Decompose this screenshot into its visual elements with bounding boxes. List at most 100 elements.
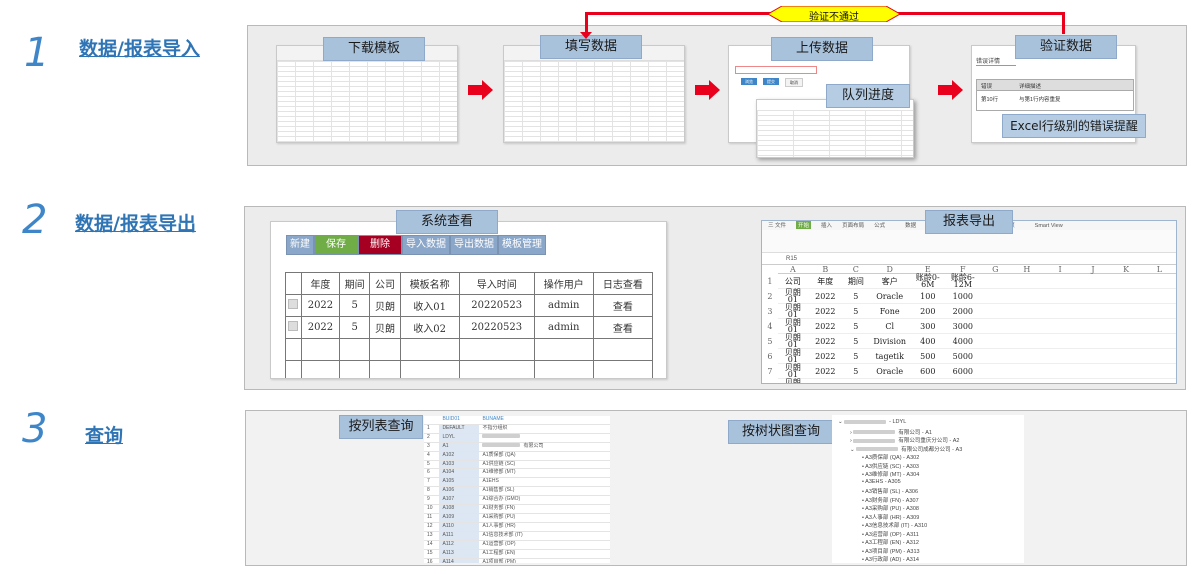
excel-cell[interactable]: 2022 [807, 318, 843, 334]
checkbox-icon[interactable] [288, 299, 299, 309]
excel-cell[interactable]: 5000 [945, 348, 981, 364]
table-cell[interactable]: 查看 [592, 294, 654, 317]
tree-node[interactable]: • A3运营部 (OP) - A311 [862, 530, 919, 538]
excel-cell[interactable] [1043, 333, 1077, 349]
excel-cell[interactable]: 400 [910, 333, 946, 349]
tree-node[interactable]: • A3维修部 (MT) - A304 [862, 470, 919, 478]
excel-cell[interactable]: 7000 [945, 378, 981, 383]
excel-cell[interactable] [980, 363, 1011, 379]
excel-cell[interactable] [1043, 273, 1077, 289]
list-item[interactable]: 3 A1 有限公司 [424, 442, 610, 452]
tree-node[interactable]: • A3采购部 (PU) - A308 [862, 504, 919, 512]
excel-cell[interactable] [1142, 288, 1176, 304]
list-item[interactable]: 9 A107 A1综合办 (GMO) [424, 495, 610, 506]
excel-cell[interactable]: 1000 [945, 288, 981, 304]
list-item[interactable]: 10 A108 A1财务部 (FN) [424, 504, 610, 514]
tree-node[interactable]: • A3信息技术部 (IT) - A310 [862, 521, 927, 529]
excel-cell[interactable]: 4000 [945, 333, 981, 349]
excel-cell[interactable]: 2022 [807, 348, 843, 364]
excel-cell[interactable] [1142, 363, 1176, 379]
excel-menu-item[interactable]: 开始 [796, 221, 812, 229]
excel-cell[interactable] [1076, 333, 1110, 349]
table-row[interactable]: 2022 5 贝朗 收入01 20220523 admin 查看 [285, 294, 654, 317]
excel-cell[interactable]: 贝朗01 [777, 333, 808, 349]
checkbox-icon[interactable] [288, 321, 299, 331]
toolbar-button-5[interactable]: 模板管理 [498, 235, 546, 255]
excel-cell[interactable]: 2000 [945, 303, 981, 319]
excel-cell[interactable]: 500 [910, 348, 946, 364]
tree-node[interactable]: • A3财务部 (FN) - A307 [862, 496, 919, 504]
excel-cell[interactable] [1043, 363, 1077, 379]
excel-cell[interactable] [1076, 303, 1110, 319]
excel-cell[interactable]: 200 [910, 303, 946, 319]
excel-cell[interactable]: 期间 [842, 273, 869, 289]
toolbar-button-4[interactable]: 导出数据 [450, 235, 498, 255]
tree-node[interactable]: • A3项目部 (PM) - A313 [862, 547, 920, 555]
excel-cell[interactable]: 贝朗01 [777, 288, 808, 304]
excel-cell[interactable] [980, 273, 1011, 289]
excel-cell[interactable]: 3000 [945, 318, 981, 334]
excel-cell[interactable] [1109, 288, 1143, 304]
list-item[interactable]: 14 A112 A1运营部 (OP) [424, 540, 610, 550]
tree-node[interactable]: › 有限公司 - A1 [850, 428, 932, 436]
excel-cell[interactable]: 5 [842, 363, 869, 379]
list-item[interactable]: 12 A110 A1人事部 (HR) [424, 522, 610, 532]
toolbar-button-3[interactable]: 导入数据 [402, 235, 450, 255]
excel-cell[interactable]: 5 [842, 288, 869, 304]
list-item[interactable]: 8 A106 A1销售部 (SL) [424, 486, 610, 497]
list-item[interactable]: 4 A102 A1质保部 (QA) [424, 451, 610, 461]
excel-cell[interactable] [1109, 333, 1143, 349]
excel-cell[interactable] [1076, 363, 1110, 379]
excel-cell[interactable]: Oracle [868, 288, 911, 304]
excel-cell[interactable] [1142, 378, 1176, 383]
excel-cell[interactable] [980, 378, 1011, 383]
excel-cell[interactable]: 账龄6-12M [945, 273, 981, 289]
excel-cell[interactable]: Fone [868, 378, 911, 383]
excel-cell[interactable]: 6000 [945, 363, 981, 379]
excel-cell[interactable]: 贝朗01 [777, 318, 808, 334]
excel-cell[interactable]: 5 [842, 303, 869, 319]
tree-node[interactable]: • A3供应链 (SC) - A303 [862, 462, 919, 470]
excel-menu-item[interactable]: Smart View [1035, 223, 1063, 229]
excel-cell[interactable] [980, 303, 1011, 319]
excel-cell[interactable]: Cl [868, 318, 911, 334]
list-item[interactable]: 13 A111 A1信息技术部 (IT) [424, 531, 610, 541]
excel-cell[interactable] [1076, 348, 1110, 364]
excel-cell[interactable] [1010, 288, 1044, 304]
excel-cell[interactable] [1010, 303, 1044, 319]
excel-menu-item[interactable]: 公式 [874, 221, 885, 229]
excel-cell[interactable]: 贝朗01 [777, 348, 808, 364]
excel-cell[interactable]: 客户 [868, 273, 911, 289]
excel-cell[interactable] [1043, 318, 1077, 334]
excel-cell[interactable] [980, 318, 1011, 334]
excel-menu-item[interactable]: 插入 [821, 221, 832, 229]
tree-node[interactable]: › 有限公司重庆分公司 - A2 [850, 436, 960, 444]
list-item[interactable]: 6 A104 A1维修部 (MT) [424, 468, 610, 479]
excel-cell[interactable]: 公司 [777, 273, 808, 289]
excel-cell[interactable]: 5 [842, 348, 869, 364]
excel-cell[interactable] [1010, 318, 1044, 334]
excel-cell[interactable]: 2022 [807, 363, 843, 379]
excel-cell[interactable] [1043, 348, 1077, 364]
excel-cell[interactable] [1010, 348, 1044, 364]
tree-node[interactable]: • A3销售部 (SL) - A306 [862, 487, 918, 495]
toolbar-button-0[interactable]: 新建 [286, 235, 314, 255]
excel-cell[interactable] [1142, 318, 1176, 334]
excel-cell[interactable]: 700 [910, 378, 946, 383]
excel-cell[interactable] [1043, 378, 1077, 383]
excel-cell[interactable] [1043, 303, 1077, 319]
toolbar-button-1[interactable]: 保存 [314, 235, 358, 255]
table-row[interactable]: 2022 5 贝朗 收入02 20220523 admin 查看 [285, 316, 654, 339]
excel-cell[interactable] [1109, 303, 1143, 319]
excel-cell[interactable] [980, 348, 1011, 364]
excel-cell[interactable] [1109, 363, 1143, 379]
excel-cell[interactable]: 5 [842, 318, 869, 334]
excel-cell[interactable] [1142, 303, 1176, 319]
excel-cell[interactable] [980, 288, 1011, 304]
toolbar-button-2[interactable]: 删除 [358, 235, 402, 255]
table-cell[interactable]: 查看 [592, 316, 654, 339]
excel-cell[interactable] [1076, 288, 1110, 304]
excel-cell[interactable] [1076, 378, 1110, 383]
excel-cell[interactable] [1109, 348, 1143, 364]
list-item[interactable]: 11 A109 A1采购部 (PU) [424, 513, 610, 523]
